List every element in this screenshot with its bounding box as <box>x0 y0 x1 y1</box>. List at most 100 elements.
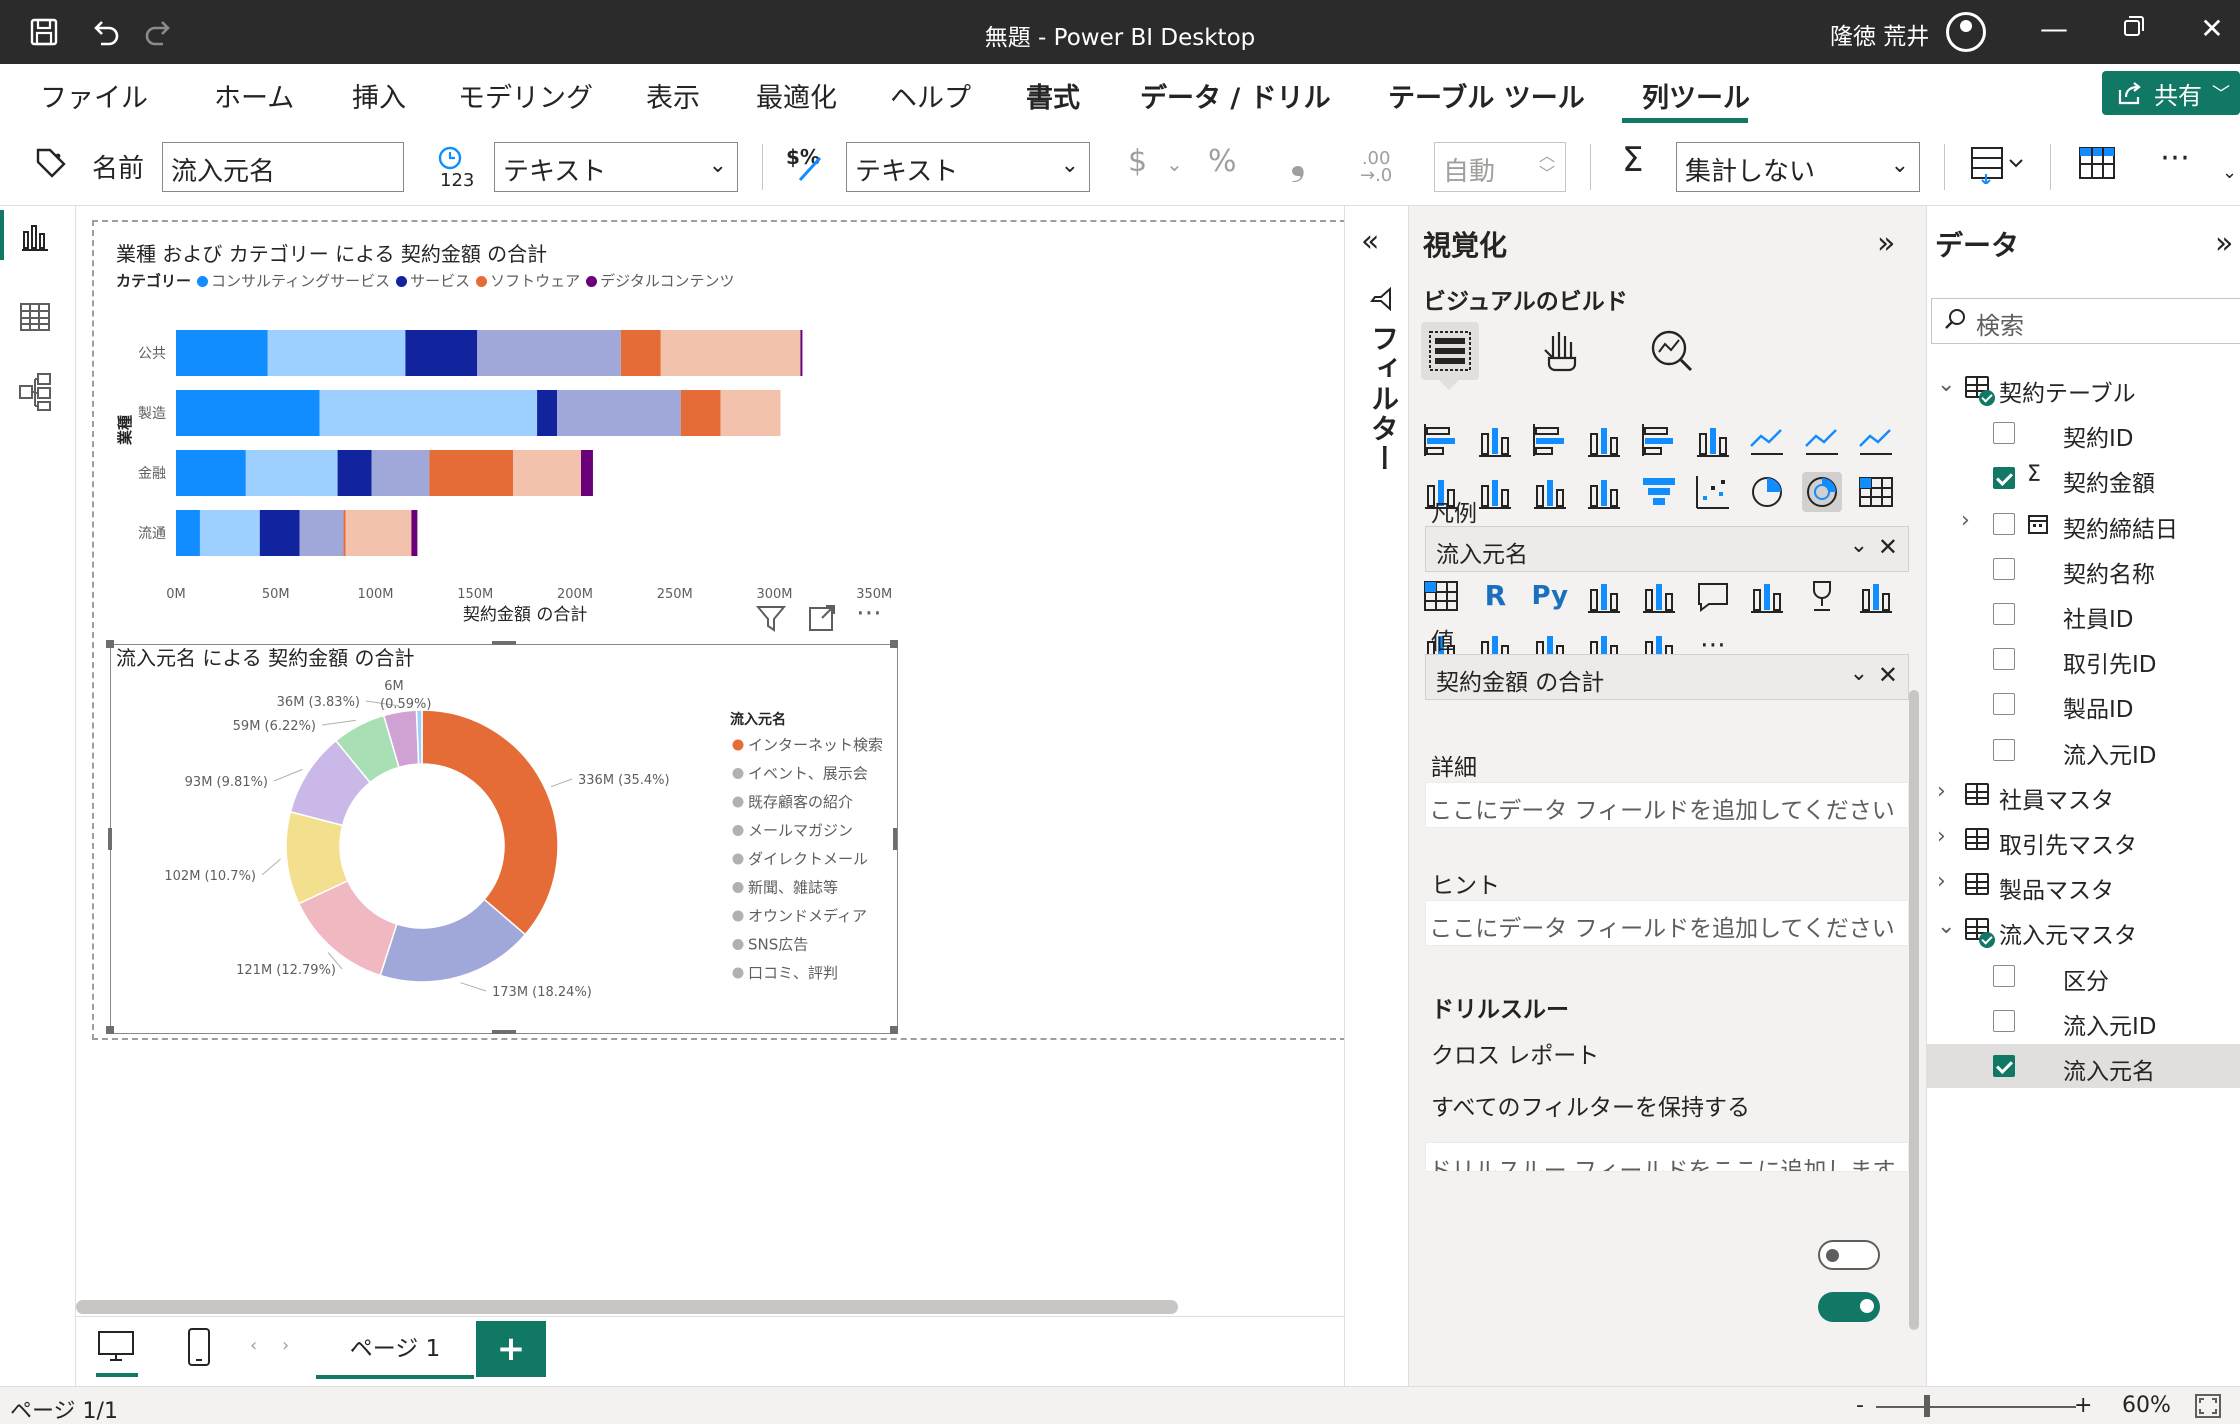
focus-mode-icon[interactable] <box>808 604 836 638</box>
field-node[interactable]: 取引先ID <box>1927 637 2240 681</box>
decomposition-tree-icon[interactable] <box>1639 576 1679 616</box>
bar-segment[interactable] <box>513 450 581 496</box>
bar-segment[interactable] <box>620 330 661 376</box>
tab-column-tools[interactable]: 列ツール <box>1642 76 1750 115</box>
table-node[interactable]: › 社員マスタ <box>1927 773 2240 817</box>
funnel-chart-icon[interactable] <box>1639 472 1679 512</box>
collapse-pane-icon[interactable]: » <box>1877 226 1895 261</box>
analytics-tab-icon[interactable] <box>1643 322 1701 380</box>
drillthrough-dropzone[interactable]: ドリルスルー フィールドをここに追加します <box>1425 1142 1909 1172</box>
bar-segment[interactable] <box>245 450 338 496</box>
treemap-icon[interactable] <box>1856 472 1896 512</box>
tab-format[interactable]: 書式 <box>1026 76 1080 115</box>
bar-segment[interactable] <box>343 510 346 556</box>
details-well-dropzone[interactable]: ここにデータ フィールドを追加してください <box>1425 782 1909 828</box>
decimal-icon[interactable]: .00 →.0 <box>1360 148 1392 190</box>
legend-item-label[interactable]: ダイレクトメール <box>748 850 868 868</box>
legend-item-label[interactable]: コンサルティングサービス <box>211 272 390 290</box>
bar-chart[interactable]: 公共製造金融流通業種0M 50M 100M 150M 200M 250M 300M 350M契… <box>100 300 900 630</box>
tooltips-well-dropzone[interactable]: ここにデータ フィールドを追加してください <box>1425 900 1909 946</box>
tab-home[interactable]: ホーム <box>214 76 294 115</box>
field-node[interactable]: 流入元名 <box>1927 1044 2240 1088</box>
field-node[interactable]: 製品ID <box>1927 682 2240 726</box>
chevron-right-icon[interactable]: › <box>1937 869 1946 894</box>
table-node[interactable]: › 取引先マスタ <box>1927 818 2240 862</box>
bar-segment[interactable] <box>176 510 200 556</box>
desktop-layout-icon[interactable] <box>96 1329 138 1377</box>
more-options-icon[interactable]: ⋯ <box>2160 140 2190 175</box>
values-well-field[interactable]: 契約金額 の合計 ⌄ ✕ <box>1425 654 1909 700</box>
field-checkbox[interactable] <box>1993 738 2015 761</box>
tab-modeling[interactable]: モデリング <box>458 76 593 115</box>
cross-report-toggle[interactable] <box>1818 1240 1880 1270</box>
mobile-layout-icon[interactable] <box>186 1327 212 1371</box>
waterfall-chart-icon[interactable] <box>1584 472 1624 512</box>
bar-segment[interactable] <box>405 330 478 376</box>
field-node[interactable]: 社員ID <box>1927 592 2240 636</box>
remove-field-icon[interactable]: ✕ <box>1878 533 1898 561</box>
bar-segment[interactable] <box>800 330 803 376</box>
stacked-column-chart-icon[interactable] <box>1475 420 1515 460</box>
bar-segment[interactable] <box>199 510 260 556</box>
qa-icon[interactable] <box>1693 576 1733 616</box>
field-checkbox[interactable] <box>1993 512 2015 535</box>
bar-segment[interactable] <box>176 450 246 496</box>
table-node[interactable]: ⌄ 契約テーブル <box>1927 366 2240 410</box>
field-checkbox[interactable] <box>1993 557 2015 580</box>
field-checkbox[interactable] <box>1993 693 2015 716</box>
key-influencers-icon[interactable] <box>1584 576 1624 616</box>
metrics-icon[interactable] <box>1802 576 1842 616</box>
bar-segment[interactable] <box>429 450 514 496</box>
sort-by-column-icon[interactable] <box>1970 144 2026 192</box>
zoom-slider-thumb[interactable] <box>1924 1395 1930 1417</box>
legend-item-label[interactable]: 既存顧客の紹介 <box>748 793 853 811</box>
bar-segment[interactable] <box>299 510 344 556</box>
viz-pane-scrollbar[interactable] <box>1909 690 1919 1330</box>
clustered-column-chart-icon[interactable] <box>1584 420 1624 460</box>
scatter-chart-icon[interactable] <box>1693 472 1733 512</box>
tab-table-tools[interactable]: テーブル ツール <box>1388 76 1585 115</box>
more-options-icon[interactable]: ⋯ <box>856 598 882 628</box>
legend-item-label[interactable]: インターネット検索 <box>748 736 883 754</box>
chevron-right-icon[interactable]: › <box>1937 824 1946 849</box>
table-node[interactable]: ⌄ 流入元マスタ <box>1927 908 2240 952</box>
chevron-down-icon[interactable]: ⌄ <box>1937 372 1955 397</box>
field-node[interactable]: 契約ID <box>1927 411 2240 455</box>
tab-optimize[interactable]: 最適化 <box>756 76 837 115</box>
field-checkbox[interactable] <box>1993 467 2015 490</box>
tab-help[interactable]: ヘルプ <box>890 76 971 115</box>
filter-icon[interactable] <box>755 604 787 638</box>
field-node[interactable]: 区分 <box>1927 954 2240 998</box>
add-page-button[interactable]: + <box>476 1321 546 1377</box>
tab-file[interactable]: ファイル <box>40 76 148 115</box>
legend-item-label[interactable]: 口コミ、評判 <box>748 964 838 982</box>
bar-segment[interactable] <box>660 330 801 376</box>
100-stacked-column-chart-icon[interactable] <box>1693 420 1733 460</box>
model-view-icon[interactable] <box>18 372 58 412</box>
field-node[interactable]: Σ 契約金額 <box>1927 456 2240 500</box>
field-checkbox[interactable] <box>1993 648 2015 671</box>
table-view-icon[interactable] <box>18 300 58 340</box>
bar-segment[interactable] <box>259 510 300 556</box>
bar-segment[interactable] <box>720 390 781 436</box>
collapse-ribbon-icon[interactable]: ⌄ <box>2222 162 2237 183</box>
tab-insert[interactable]: 挿入 <box>352 76 406 115</box>
stacked-bar-chart-icon[interactable] <box>1421 420 1461 460</box>
field-checkbox[interactable] <box>1993 422 2015 445</box>
bar-segment[interactable] <box>337 450 372 496</box>
bar-segment[interactable] <box>319 390 538 436</box>
data-type-select[interactable]: テキスト ⌄ <box>494 142 738 192</box>
data-groups-icon[interactable] <box>2078 144 2118 192</box>
decimal-places-input[interactable]: 自動 ︿ ﹀ <box>1434 142 1566 192</box>
bar-segment[interactable] <box>580 450 593 496</box>
legend-item-label[interactable]: 新聞、雑誌等 <box>748 879 838 897</box>
page-tab-1[interactable]: ページ 1 <box>316 1317 474 1379</box>
remove-field-icon[interactable]: ✕ <box>1878 661 1898 689</box>
line-chart-icon[interactable] <box>1747 420 1787 460</box>
bar-segment[interactable] <box>176 390 320 436</box>
field-checkbox[interactable] <box>1993 603 2015 625</box>
legend-item-label[interactable]: サービス <box>410 272 470 290</box>
name-input[interactable]: 流入元名 <box>162 142 404 192</box>
matrix-icon[interactable] <box>1421 576 1461 616</box>
format-visual-tab-icon[interactable] <box>1531 322 1589 380</box>
